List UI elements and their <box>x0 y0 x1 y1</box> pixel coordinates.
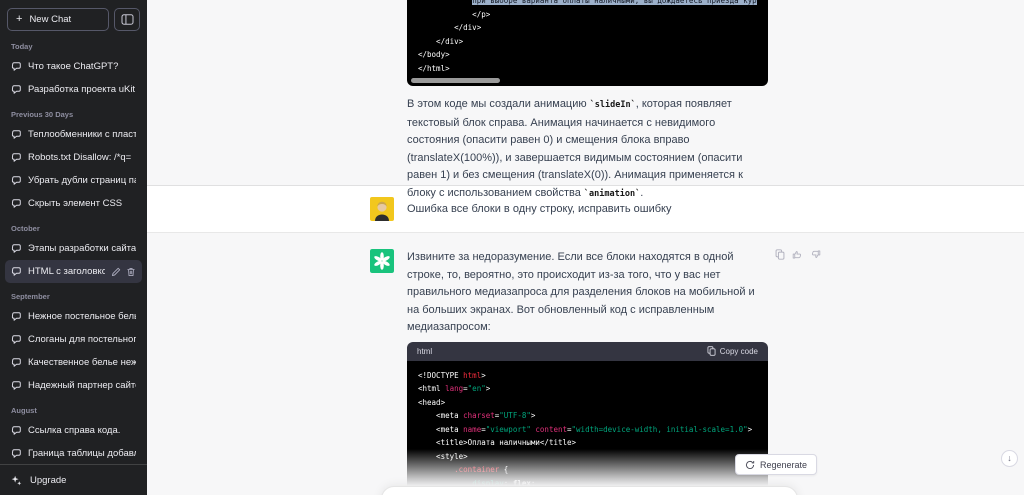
app-window: + New Chat Today Что такое ChatGPT? Разраб… <box>0 0 1024 495</box>
message-actions <box>775 249 821 260</box>
sidebar-item-title: Разработка проекта uKit Alt <box>28 84 136 95</box>
chat-bubble-icon <box>11 357 22 368</box>
sidebar-item-title: HTML с заголовком h <box>28 266 105 277</box>
chat-bubble-icon <box>11 152 22 163</box>
code-language-label: html <box>417 346 433 356</box>
assistant-message: Извините за недоразумение. Если все блок… <box>147 233 1024 495</box>
sidebar-header: + New Chat <box>0 0 147 33</box>
sidebar-item-title: Ссылка справа кода. <box>28 425 121 436</box>
item-actions <box>111 267 136 277</box>
copy-code-label: Copy code <box>719 346 758 356</box>
sidebar-item[interactable]: Разработка проекта uKit Alt <box>5 78 142 101</box>
new-chat-button[interactable]: + New Chat <box>7 8 109 31</box>
sidebar-item-title: Слоганы для постельного бе <box>28 334 136 345</box>
plus-icon: + <box>16 13 23 25</box>
sidebar-item-title: Скрыть элемент CSS <box>28 198 123 209</box>
chat-bubble-icon <box>11 175 22 186</box>
trash-icon[interactable] <box>126 267 136 277</box>
sidebar-item-title: Качественное белье нежно <box>28 357 136 368</box>
sidebar-item[interactable]: Robots.txt Disallow: /*q= <box>5 146 142 169</box>
sidebar-item[interactable]: Надежный партнер сайтов <box>5 374 142 397</box>
code-content: <!DOCTYPE html> <html lang="en"> <head> <m… <box>418 370 768 495</box>
sidebar-item[interactable]: Скрыть элемент CSS <box>5 192 142 215</box>
copy-message-icon[interactable] <box>775 249 785 260</box>
sparkles-icon <box>11 475 22 486</box>
code-horizontal-scrollbar[interactable] <box>411 78 500 83</box>
code-block: при выборе варианта оплаты наличными, вы… <box>407 0 768 86</box>
user-message-text: Ошибка все блоки в одну строку, исправит… <box>407 203 672 215</box>
regenerate-icon <box>745 460 755 470</box>
sidebar-section-label: August <box>11 406 37 415</box>
new-chat-label: New Chat <box>29 14 72 25</box>
sidebar-item-title: Этапы разработки сайта <box>28 243 136 254</box>
chat-bubble-icon <box>11 198 22 209</box>
chat-bubble-icon <box>11 334 22 345</box>
chat-bubble-icon <box>11 311 22 322</box>
sidebar: + New Chat Today Что такое ChatGPT? Разраб… <box>0 0 147 495</box>
sidebar-item[interactable]: Нежное постельное белье <box>5 305 142 328</box>
upgrade-button[interactable]: Upgrade <box>11 472 136 488</box>
sidebar-section-label: Previous 30 Days <box>11 110 74 119</box>
panel-collapse-icon <box>120 14 134 25</box>
copy-code-button[interactable]: Copy code <box>707 346 758 356</box>
sidebar-item[interactable]: Качественное белье нежно <box>5 351 142 374</box>
sidebar-item-title: Граница таблицы добавлен <box>28 448 136 459</box>
sidebar-item-title: Что такое ChatGPT? <box>28 61 119 72</box>
chatgpt-logo-avatar <box>370 249 394 273</box>
chat-bubble-icon <box>11 380 22 391</box>
chat-bubble-icon <box>11 266 22 277</box>
sidebar-item-title: Robots.txt Disallow: /*q= <box>28 152 132 163</box>
sidebar-section-label: Today <box>11 42 33 51</box>
down-arrow-icon: ↓ <box>1007 453 1012 463</box>
thumbs-down-icon[interactable] <box>810 249 821 260</box>
chat-bubble-icon <box>11 448 22 459</box>
regenerate-label: Regenerate <box>760 459 808 470</box>
sidebar-item[interactable]: Этапы разработки сайта <box>5 237 142 260</box>
chat-bubble-icon <box>11 425 22 436</box>
sidebar-item[interactable]: Убрать дубли страниц пагина <box>5 169 142 192</box>
sidebar-item[interactable]: Слоганы для постельного бе <box>5 328 142 351</box>
upgrade-label: Upgrade <box>30 474 67 486</box>
assistant-message: при выборе варианта оплаты наличными, вы… <box>147 0 1024 199</box>
message-input[interactable] <box>381 486 798 495</box>
chat-bubble-icon <box>11 84 22 95</box>
user-message: Ошибка все блоки в одну строку, исправит… <box>147 186 1024 233</box>
chat-bubble-icon <box>11 61 22 72</box>
sidebar-item[interactable]: Ссылка справа кода. <box>5 419 142 442</box>
copy-icon <box>707 346 716 356</box>
sidebar-item[interactable]: Теплообменники с пластина <box>5 123 142 146</box>
user-avatar <box>370 197 394 221</box>
chat-history-list: Today Что такое ChatGPT? Разработка проект… <box>0 33 147 464</box>
sidebar-item[interactable]: HTML с заголовком h <box>5 260 142 283</box>
chat-main: при выборе варианта оплаты наличными, вы… <box>147 0 1024 495</box>
regenerate-button[interactable]: Regenerate <box>735 454 818 475</box>
sidebar-collapse-button[interactable] <box>114 8 140 31</box>
sidebar-section-label: October <box>11 224 40 233</box>
chat-bubble-icon <box>11 129 22 140</box>
thumbs-up-icon[interactable] <box>792 249 803 260</box>
sidebar-footer: Upgrade <box>0 464 147 495</box>
sidebar-item-title: Надежный партнер сайтов <box>28 380 136 391</box>
code-content: при выборе варианта оплаты наличными, вы… <box>418 0 757 75</box>
sidebar-section-label: September <box>11 292 50 301</box>
assistant-paragraph: Извините за недоразумение. Если все блок… <box>407 251 755 333</box>
inline-code: `slideIn` <box>589 100 636 110</box>
sidebar-item-title: Нежное постельное белье <box>28 311 136 322</box>
sidebar-item[interactable]: Что такое ChatGPT? <box>5 55 142 78</box>
sidebar-item[interactable]: Граница таблицы добавлен <box>5 442 142 464</box>
sidebar-item-title: Убрать дубли страниц пагина <box>28 175 136 186</box>
edit-icon[interactable] <box>111 267 121 277</box>
chat-bubble-icon <box>11 243 22 254</box>
scroll-to-bottom-button[interactable]: ↓ <box>1001 450 1018 467</box>
sidebar-item-title: Теплообменники с пластина <box>28 129 136 140</box>
code-block: html Copy code <!DOCTYPE html> <html lang… <box>407 341 768 495</box>
code-block-header: html Copy code <box>407 341 768 361</box>
